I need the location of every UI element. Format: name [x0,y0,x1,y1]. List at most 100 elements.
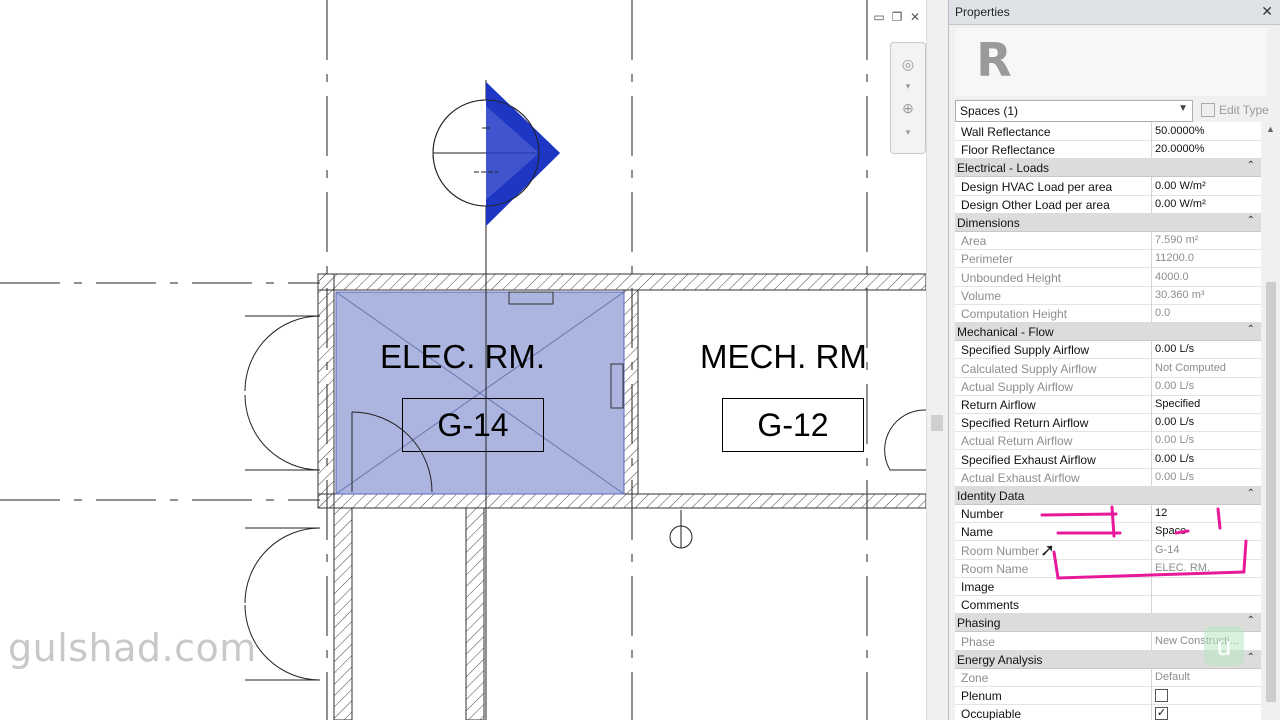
edit-type-button[interactable]: Edit Type [1201,100,1269,120]
property-row: Actual Exhaust Airflow 0.00 L/s [955,467,1261,487]
property-value: 50.0000% [1155,125,1205,137]
property-label: Unbounded Height [961,270,1062,285]
property-value-cell[interactable]: ✓ [1151,704,1260,720]
property-row: Image [955,577,1261,596]
property-label: Specified Exhaust Airflow [961,452,1096,467]
group-label: Identity Data [957,489,1025,503]
property-value-cell[interactable] [1151,686,1260,705]
property-label: Actual Exhaust Airflow [961,470,1080,485]
property-group-header[interactable]: Identity Data ⌃ [955,486,1261,505]
property-row: Occupiable ✓ [955,704,1261,720]
property-value-cell[interactable] [1151,595,1260,614]
view-window-controls: ▭ ❐ ✕ [872,10,922,24]
properties-title: Properties [955,5,1010,19]
zoom-icon[interactable]: ⊕ [899,99,917,117]
room-tag-elec[interactable]: G-14 [402,398,544,452]
property-value-cell[interactable]: 0.00 L/s [1151,449,1260,468]
property-row: Zone Default [955,668,1261,687]
property-value-cell[interactable]: 50.0000% [1151,122,1260,140]
collapse-icon[interactable]: ⌃ [1247,160,1255,171]
canvas-scroll-thumb[interactable] [931,415,943,431]
property-value: 11200.0 [1155,252,1194,265]
pointer-cursor-icon: ➚ [1040,540,1056,560]
properties-scrollbar[interactable]: ▲ [1263,122,1279,720]
property-value-cell[interactable] [1151,577,1260,595]
property-value: 0.00 L/s [1155,434,1195,447]
property-group-header[interactable]: Dimensions ⌃ [955,213,1261,232]
room-tag-mech[interactable]: G-12 [722,398,864,452]
property-label: Design Other Load per area [961,197,1110,212]
collapse-icon[interactable]: ⌃ [1247,488,1255,499]
property-label: Room Name [961,561,1029,576]
property-label: Volume [961,288,1002,303]
property-row: Room Name ELEC. RM. [955,558,1261,578]
property-value-cell[interactable]: 12 [1151,504,1260,523]
properties-title-bar: Properties ✕ [949,0,1280,25]
property-value-cell[interactable]: Specified [1151,395,1260,413]
property-group-header[interactable]: Electrical - Loads ⌃ [955,158,1261,178]
property-value: Not Computed [1155,361,1226,374]
room-name-elec[interactable]: ELEC. RM. [380,338,545,376]
property-value: 0.0 [1155,307,1171,319]
property-row: Specified Exhaust Airflow 0.00 L/s [955,449,1261,469]
property-value-cell[interactable]: 0.00 L/s [1151,340,1260,359]
property-value-cell[interactable]: 20.0000% [1151,140,1260,159]
collapse-icon[interactable]: ⌃ [1247,615,1255,626]
property-group-header[interactable]: Mechanical - Flow ⌃ [955,322,1261,342]
restore-icon[interactable]: ❐ [890,10,904,24]
steering-wheel-icon[interactable]: ◎ [899,55,917,73]
property-value: ELEC. RM. [1155,561,1211,574]
property-row: Computation Height 0.0 [955,304,1261,323]
property-value: Space [1155,525,1187,538]
chevron-down-icon[interactable]: ▾ [899,77,917,95]
property-row: Plenum [955,686,1261,706]
canvas-scrollbar[interactable] [926,0,949,720]
scroll-up-icon[interactable]: ▲ [1266,124,1275,134]
property-value: Specified [1155,398,1201,410]
property-row: Volume 30.360 m³ [955,285,1261,305]
chevron-down-icon[interactable]: ▾ [899,123,917,141]
property-label: Number [961,507,1004,522]
property-row: Room Number G-14 [955,540,1261,560]
property-value-cell[interactable]: 0.00 W/m² [1151,194,1260,213]
property-value: 30.360 m³ [1155,288,1205,301]
minimize-icon[interactable]: ▭ [872,10,886,24]
property-value-cell[interactable]: 0.00 L/s [1151,413,1260,432]
property-value-cell[interactable]: 0.00 W/m² [1151,176,1260,195]
type-selector-dropdown[interactable]: Spaces (1) ▼ [955,100,1193,122]
navigation-bar: ◎ ▾ ⊕ ▾ [890,42,926,154]
collapse-icon[interactable]: ⌃ [1247,652,1255,663]
group-label: Phasing [957,616,1001,631]
property-value: 7.590 m² [1155,234,1199,247]
properties-scroll-thumb[interactable] [1266,282,1276,702]
property-row: Design HVAC Load per area 0.00 W/m² [955,176,1261,196]
checkbox[interactable]: ✓ [1155,707,1168,720]
close-icon[interactable]: ✕ [1261,3,1273,20]
property-value-cell[interactable]: Space [1151,522,1260,541]
elevation-marker [432,82,560,226]
property-label: Zone [961,671,989,685]
property-value-cell: 4000.0 [1151,267,1260,286]
properties-panel: Properties ✕ R Spaces (1) ▼ Edit Type Wa… [948,0,1280,720]
checkbox[interactable] [1155,689,1168,703]
close-icon[interactable]: ✕ [908,10,922,24]
property-label: Specified Return Airflow [961,416,1089,431]
property-value-cell: 11200.0 [1151,249,1260,268]
property-value: 0.00 L/s [1155,470,1195,483]
property-row: Number 12 [955,504,1261,524]
property-value-cell: 30.360 m³ [1151,285,1260,304]
property-value: 20.0000% [1155,143,1205,156]
property-label: Comments [961,598,1020,613]
collapse-icon[interactable]: ⌃ [1247,215,1255,226]
room-name-mech[interactable]: MECH. RM [700,338,867,376]
property-row: Name Space [955,522,1261,542]
chevron-down-icon[interactable]: ▼ [1178,103,1188,114]
group-label: Mechanical - Flow [957,325,1054,340]
property-row: Actual Return Airflow 0.00 L/s [955,431,1261,451]
property-label: Actual Return Airflow [961,434,1073,449]
property-value-cell: 0.00 L/s [1151,376,1260,395]
collapse-icon[interactable]: ⌃ [1247,324,1255,335]
property-label: Computation Height [961,307,1068,321]
property-label: Phase [961,634,996,649]
drawing-canvas[interactable]: ELEC. RM. G-14 MECH. RM G-12 gulshad.com… [0,0,926,720]
